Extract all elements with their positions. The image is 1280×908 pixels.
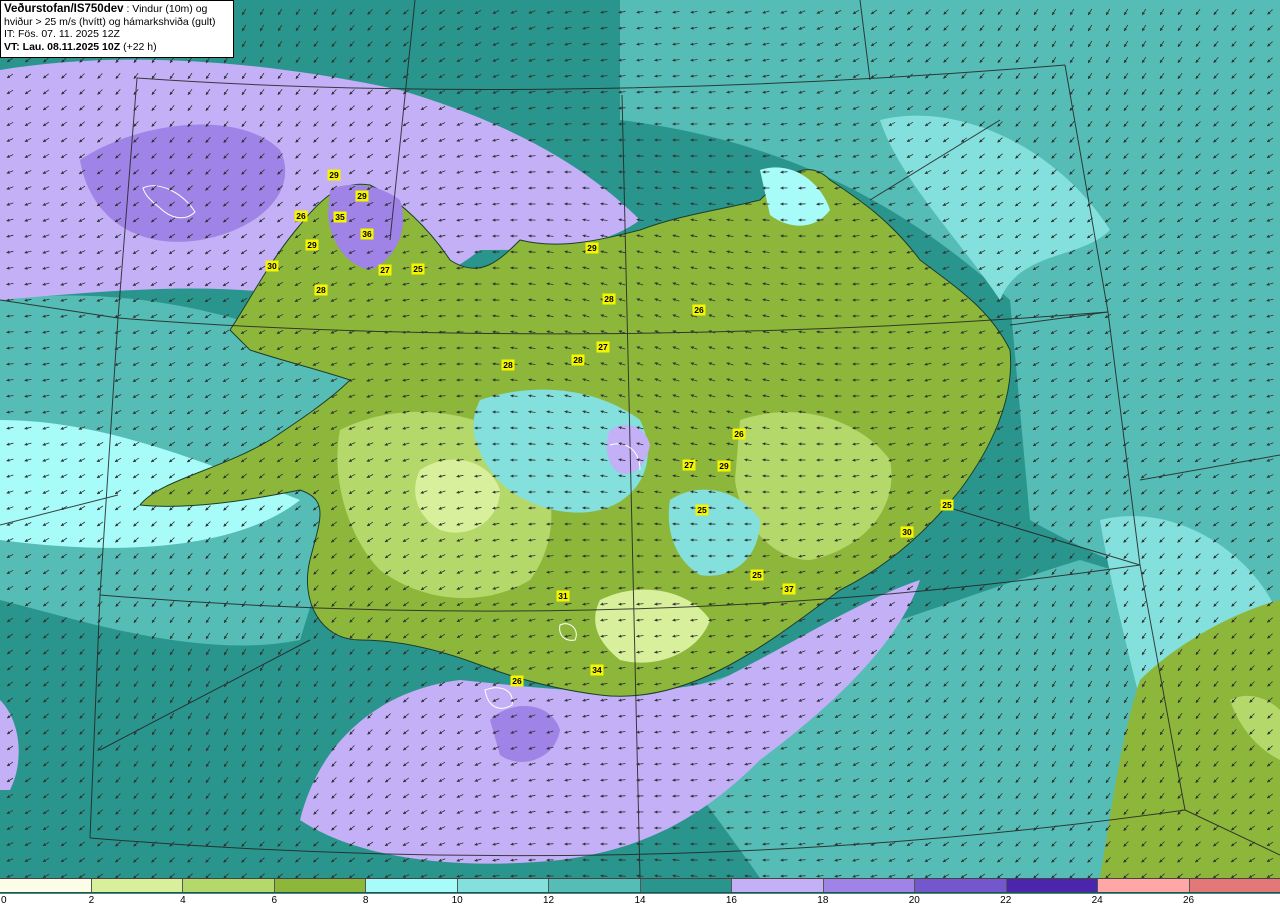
legend-swatch [1189,879,1280,892]
gust-marker-value: 27 [598,342,608,352]
gust-marker: 25 [411,263,425,275]
gust-marker: 26 [294,210,308,222]
legend-tick-label: 22 [1000,895,1012,906]
gust-marker: 28 [314,284,328,296]
legend-tick-label: 4 [180,895,186,906]
gust-marker-value: 28 [316,285,326,295]
legend-swatch [91,879,183,892]
legend-swatch [915,879,1007,892]
legend-swatch [823,879,915,892]
gust-marker-value: 29 [719,461,729,471]
gust-marker-value: 35 [335,212,345,222]
wind-map: 29 29 26 35 36 29 30 27 25 28 29 28 26 27 28 28 26 27 29 25… [0,0,1280,878]
legend-swatch [732,879,824,892]
gust-marker-value: 26 [512,676,522,686]
legend-swatch [0,879,92,892]
gust-marker: 37 [782,583,796,595]
gust-marker-value: 25 [697,505,707,515]
legend-tick-label: 14 [634,895,646,906]
gust-marker: 29 [327,169,341,181]
legend-swatch [1006,879,1098,892]
header-it-time: IT: Fös. 07. 11. 2025 12Z [4,28,120,40]
legend-tick-label: 6 [271,895,278,906]
gust-marker-value: 26 [296,211,306,221]
gust-marker-value: 26 [734,429,744,439]
gust-marker: 29 [717,460,731,472]
legend-tick-label: 10 [451,895,463,906]
legend-tick-label: 16 [725,895,737,906]
legend-swatch [549,879,641,892]
gust-marker: 26 [510,675,524,687]
gust-marker-value: 27 [380,265,390,275]
gust-marker: 35 [333,211,347,223]
gust-marker-value: 30 [267,261,277,271]
legend-swatch [366,879,458,892]
header-desc1: : Vindur (10m) og [123,3,208,15]
header-lead: (+22 h) [120,40,157,53]
gust-marker: 34 [590,664,604,676]
gust-marker-value: 29 [587,243,597,253]
color-legend [0,878,1280,893]
legend-tick-label: 26 [1183,895,1195,906]
map-header: Veðurstofan/IS750dev : Vindur (10m) og h… [0,0,234,58]
gust-marker-value: 25 [942,500,952,510]
legend-swatch [640,879,732,892]
gust-marker: 29 [355,190,369,202]
gust-marker-value: 28 [573,355,583,365]
legend-swatch [183,879,275,892]
legend-swatch [1098,879,1190,892]
gust-marker-value: 29 [307,240,317,250]
gust-marker: 27 [596,341,610,353]
header-org: Veðurstofan/IS750dev [4,3,124,15]
gust-marker: 28 [501,359,515,371]
header-desc2: hviður > 25 m/s (hvítt) og hámarkshviða … [4,15,216,28]
gust-marker-value: 28 [604,294,614,304]
gust-marker: 36 [360,228,374,240]
gust-marker: 26 [692,304,706,316]
legend-swatch [274,879,366,892]
gust-marker-value: 26 [694,305,704,315]
gust-marker: 27 [682,459,696,471]
gust-marker-value: 30 [902,527,912,537]
legend-swatch [457,879,549,892]
gust-marker-value: 27 [684,460,694,470]
gust-marker-value: 25 [752,570,762,580]
legend-tick-label: 8 [362,895,369,906]
gust-marker: 25 [750,569,764,581]
gust-marker-value: 25 [413,264,423,274]
gust-marker-value: 37 [784,584,794,594]
gust-marker: 25 [695,504,709,516]
gust-marker: 29 [585,242,599,254]
legend-tick-label: 2 [88,895,95,906]
gust-marker-value: 34 [592,665,602,675]
legend-tick-label: 20 [908,895,920,906]
legend-tick-label: 12 [543,895,555,906]
gust-marker: 31 [556,590,570,602]
gust-marker: 26 [732,428,746,440]
gust-marker-value: 28 [503,360,513,370]
legend-ticks: 0 2 4 6 8 10 12 14 16 18 20 22 24 26 [0,894,1280,908]
gust-marker-value: 36 [362,229,372,239]
gust-marker-value: 31 [558,591,568,601]
gust-marker: 29 [305,239,319,251]
gust-marker: 27 [378,264,392,276]
gust-marker: 25 [940,499,954,511]
gust-marker: 30 [900,526,914,538]
gust-marker-value: 29 [357,191,367,201]
header-vt-time: VT: Lau. 08.11.2025 10Z [4,40,121,53]
header-line-1: Veðurstofan/IS750dev : Vindur (10m) og [4,3,230,16]
legend-tick-label: 24 [1091,895,1103,906]
legend-tick-label: 18 [817,895,829,906]
gust-marker-value: 29 [329,170,339,180]
gust-marker: 30 [265,260,279,272]
gust-marker: 28 [571,354,585,366]
legend-tick-label: 0 [1,895,7,906]
header-line-4: VT: Lau. 08.11.2025 10Z (+22 h) [4,41,230,54]
gust-marker: 28 [602,293,616,305]
